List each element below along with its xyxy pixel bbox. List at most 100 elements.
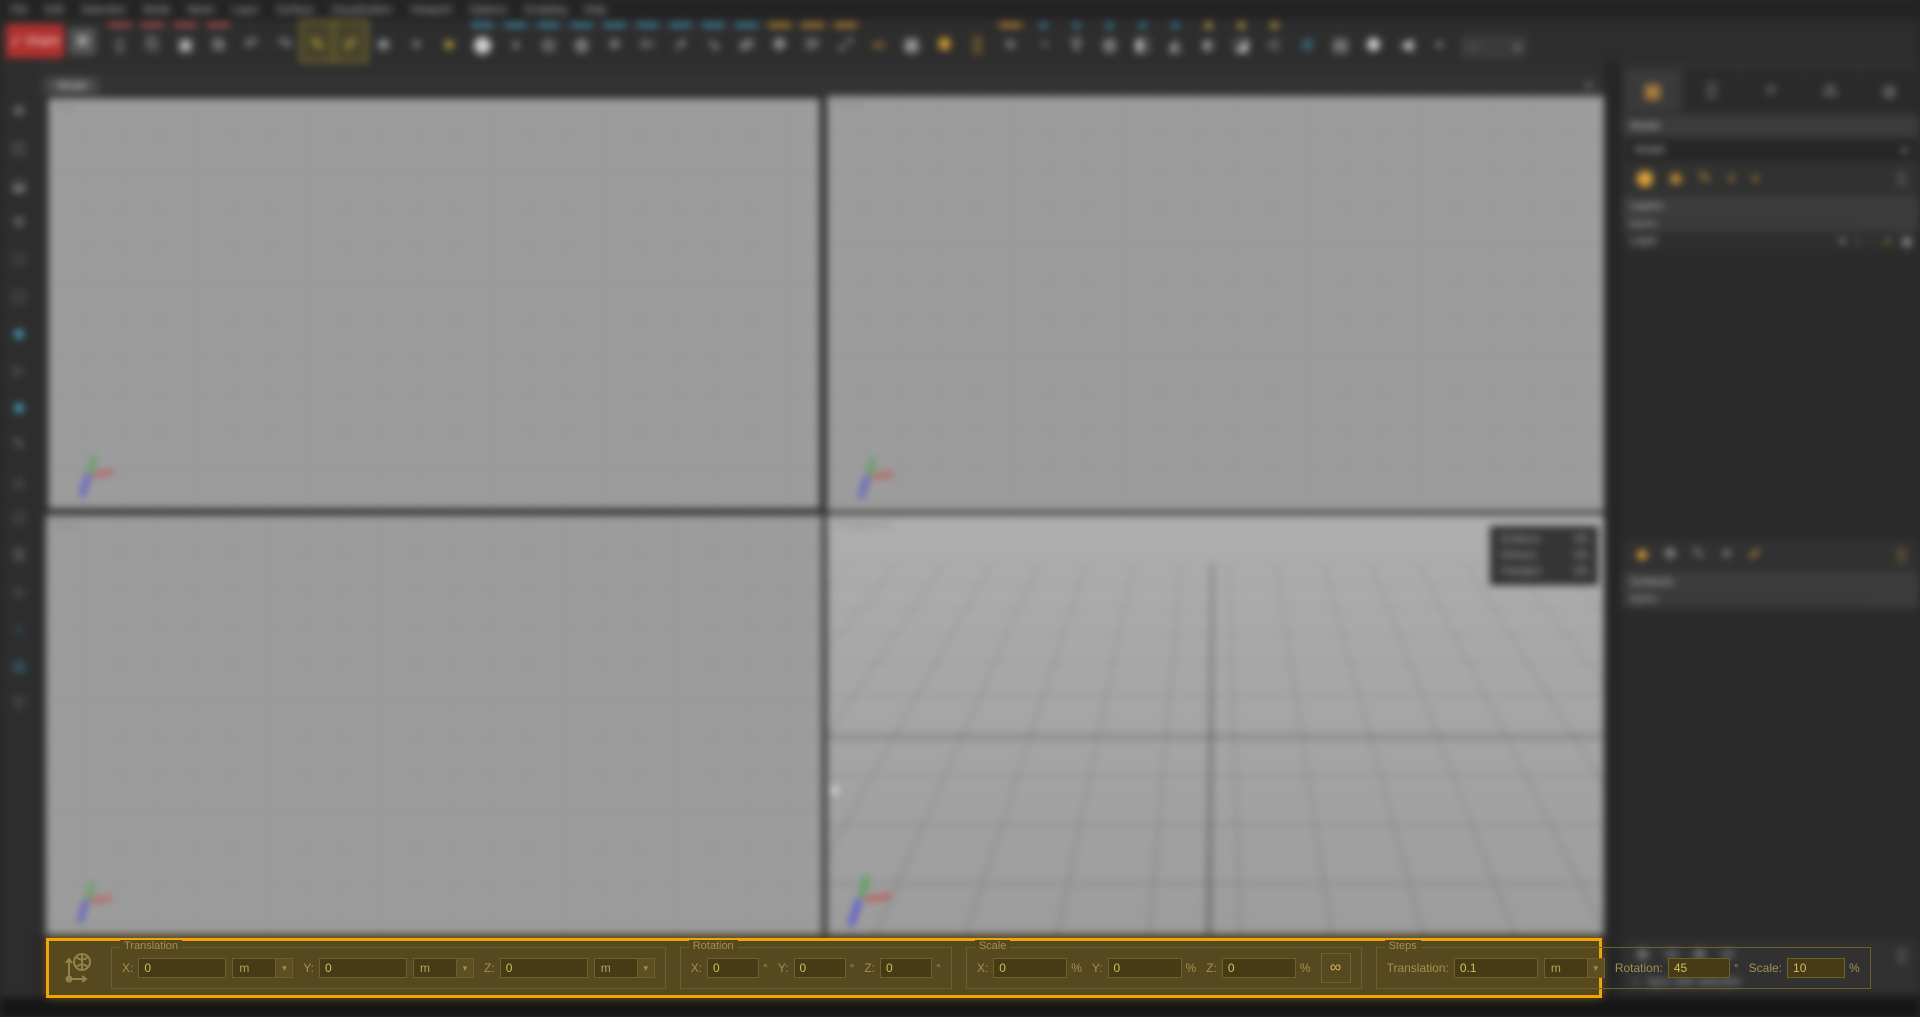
menu-item[interactable]: Mode xyxy=(143,4,171,16)
unit-dropdown[interactable]: m ▾ xyxy=(232,958,294,978)
surfaces-list-empty[interactable] xyxy=(1622,607,1920,941)
scale-input[interactable]: 0 xyxy=(1107,958,1182,978)
cursor-select[interactable]: ➤ xyxy=(433,21,466,61)
zoom-tool[interactable]: ⌖ xyxy=(400,21,433,61)
layer-toggle-icon[interactable]: · xyxy=(1871,235,1875,248)
mode-vertex[interactable]: ⬤ xyxy=(1636,171,1654,187)
viewport-right[interactable]: Right xyxy=(46,515,822,935)
mode-prev[interactable]: ◖ xyxy=(1726,171,1736,187)
close-icon[interactable]: ✕ xyxy=(1584,79,1594,93)
layers-list-empty[interactable] xyxy=(1622,250,1920,540)
undo[interactable]: ↶ xyxy=(235,21,268,61)
mode-delete[interactable]: ▯ xyxy=(1897,171,1906,187)
column-icon[interactable]: ▫ xyxy=(1884,595,1887,605)
menu-item[interactable]: Mesh xyxy=(188,4,215,16)
translation-input[interactable]: 0 xyxy=(499,958,588,978)
rail-diamond[interactable]: ◇ xyxy=(13,585,25,600)
link-axes-button[interactable]: ∞ xyxy=(1320,953,1351,983)
column-icon[interactable]: ▫ xyxy=(1872,219,1875,229)
rail-down[interactable]: ▽ xyxy=(13,696,25,711)
menu-item[interactable]: Layer xyxy=(231,4,259,16)
menu-item[interactable]: Scripting xyxy=(524,4,567,16)
unit-dropdown[interactable]: m ▾ xyxy=(1543,958,1605,978)
menu-item[interactable]: File xyxy=(10,4,28,16)
unit-dropdown[interactable]: m ▾ xyxy=(593,958,655,978)
delete-surface[interactable]: ▯ xyxy=(1897,546,1906,563)
hand-deform[interactable]: ⬖ xyxy=(1192,21,1225,61)
rail-ring-b[interactable]: ◎ xyxy=(12,659,25,674)
rail-plane[interactable]: ▢ xyxy=(12,289,26,304)
column-icon[interactable]: ▫ xyxy=(1897,219,1900,229)
select-sphere[interactable]: ⬤ xyxy=(466,21,499,61)
step-input[interactable]: 0.1 xyxy=(1453,958,1538,978)
rail-snap-b[interactable]: ◆ xyxy=(13,400,25,415)
carve-tool[interactable]: ◪ xyxy=(1225,21,1258,61)
chevron-down-icon[interactable]: ▾ xyxy=(636,959,654,977)
tab-model-document[interactable]: Model xyxy=(46,77,98,95)
menu-item[interactable]: Visualization xyxy=(331,4,393,16)
chevron-down-icon[interactable]: ▾ xyxy=(275,959,293,977)
column-icon[interactable]: ▫ xyxy=(1860,219,1863,229)
rail-mirror[interactable]: ⬓ xyxy=(12,178,26,193)
list-tool[interactable]: ▤ xyxy=(1324,21,1357,61)
shell-tool[interactable]: ◧ xyxy=(1126,21,1159,61)
chevron-down-icon[interactable]: ▾ xyxy=(1586,959,1604,977)
scale-input[interactable]: 0 xyxy=(1221,958,1296,978)
scale-input[interactable]: 0 xyxy=(993,958,1068,978)
tab-model[interactable]: ▦ xyxy=(1624,70,1682,112)
sphere-tool[interactable]: ◔ xyxy=(1027,21,1060,61)
edit-surface[interactable]: ✎ xyxy=(1692,546,1705,563)
new-file[interactable]: ▯ xyxy=(103,21,136,61)
delete-selection[interactable]: ✕ xyxy=(598,21,631,61)
rotation-input[interactable]: 0 xyxy=(880,958,933,978)
save[interactable]: ▣ xyxy=(169,21,202,61)
step-input[interactable]: 10 xyxy=(1787,958,1846,978)
hand-tool[interactable]: ⬘ xyxy=(367,21,400,61)
column-icon[interactable]: ▫ xyxy=(1872,595,1875,605)
align[interactable]: ≡ xyxy=(994,21,1027,61)
rotation-input[interactable]: 0 xyxy=(793,958,846,978)
select-ring[interactable]: ◎ xyxy=(532,21,565,61)
invert-selection[interactable]: ⇄ xyxy=(730,21,763,61)
move[interactable]: ✥ xyxy=(763,21,796,61)
layer-toggle-icon[interactable]: ○ xyxy=(1855,235,1862,248)
grow-selection[interactable]: ➚ xyxy=(664,21,697,61)
select-half[interactable]: ◖ xyxy=(499,21,532,61)
draw-mode[interactable]: ✎ xyxy=(300,20,335,62)
viewport-top[interactable]: Top xyxy=(46,96,822,511)
column-icon[interactable]: ▫ xyxy=(1897,595,1900,605)
rotation-input[interactable]: 0 xyxy=(707,958,760,978)
snap-mode[interactable]: ✐ xyxy=(333,20,368,62)
menu-item[interactable]: Edit xyxy=(45,4,64,16)
translation-input[interactable]: 0 xyxy=(319,958,408,978)
save-all[interactable]: ⧉ xyxy=(202,21,235,61)
rail-poly[interactable]: ⬡ xyxy=(12,252,25,267)
column-icon[interactable]: ▫ xyxy=(1909,219,1912,229)
workspace-icon[interactable]: ❖ xyxy=(69,27,96,55)
mode-edge[interactable]: ◉ xyxy=(1669,171,1683,187)
rail-list[interactable]: ☰ xyxy=(12,548,25,563)
disable-tool[interactable]: ⊘ xyxy=(1291,21,1324,61)
rail-box[interactable]: ◰ xyxy=(12,141,26,156)
mode-next[interactable]: ◗ xyxy=(1751,171,1761,187)
rail-snap-a[interactable]: ◆ xyxy=(13,326,25,341)
step-input[interactable]: 45 xyxy=(1667,958,1730,978)
redo[interactable]: ↷ xyxy=(268,21,301,61)
layer-toggle-icon[interactable]: ▣ xyxy=(1902,235,1912,248)
menu-item[interactable]: Selection xyxy=(81,4,126,16)
link-transform[interactable]: ∞ xyxy=(862,21,895,61)
rail-axes[interactable]: ✜ xyxy=(13,215,26,230)
coordinate-space-icon[interactable] xyxy=(59,948,97,988)
rotate[interactable]: ⟳ xyxy=(796,21,829,61)
tab-hierarchy[interactable]: ⁂ xyxy=(1801,70,1859,112)
wedge-tool[interactable]: ◭ xyxy=(1159,21,1192,61)
nav-back[interactable]: ◀ xyxy=(1390,21,1423,61)
translation-input[interactable]: 0 xyxy=(138,958,227,978)
scale[interactable]: ⤢ xyxy=(829,21,862,61)
menu-item[interactable]: Surface xyxy=(276,4,314,16)
model-dropdown[interactable]: Model ▾ xyxy=(1628,140,1914,160)
mode-face[interactable]: ✎ xyxy=(1698,171,1711,187)
rail-play[interactable]: ▷ xyxy=(13,363,25,378)
open-file[interactable]: ⎘ xyxy=(136,21,169,61)
viewport-perspective[interactable]: Perspective Surfaces: 0/0 Vertices: 0/0 … xyxy=(827,515,1604,935)
